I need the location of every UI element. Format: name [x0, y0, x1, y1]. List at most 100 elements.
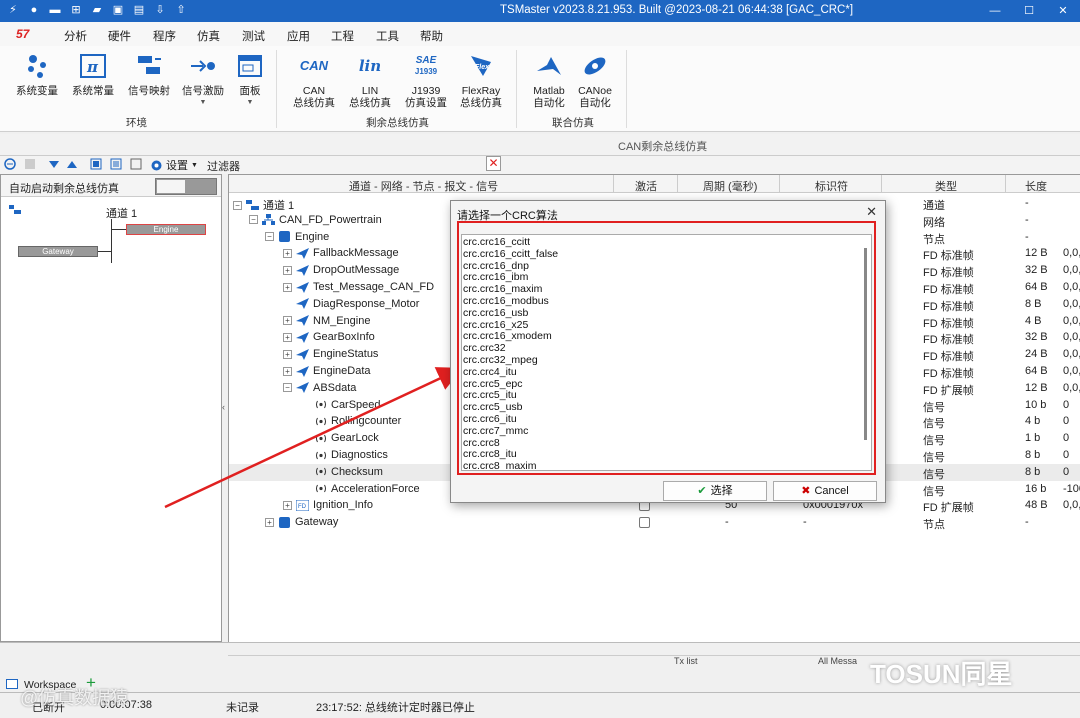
app-logo-icon[interactable]: 57 — [16, 27, 29, 41]
row-name: Ignition_Info — [313, 499, 373, 512]
crc-list-item[interactable]: crc.crc7_mmc — [462, 425, 871, 438]
network-topology: 通道 1 Engine Gateway — [1, 199, 221, 299]
stop-icon[interactable] — [24, 158, 36, 170]
collapse-icon[interactable]: − — [265, 232, 274, 242]
new-project-icon[interactable]: ⊞ — [69, 3, 83, 17]
crc-list-item[interactable]: crc.crc32_mpeg — [462, 354, 871, 367]
col-length[interactable]: 长度 — [1025, 178, 1047, 194]
crc-list-item[interactable]: crc.crc5_usb — [462, 401, 871, 414]
expand-icon[interactable]: + — [283, 366, 292, 376]
save-icon[interactable]: ▣ — [111, 3, 125, 17]
collapse-icon[interactable]: − — [283, 383, 292, 393]
topology-engine-node[interactable]: Engine — [126, 224, 206, 235]
menu-hardware[interactable]: 硬件 — [108, 28, 131, 44]
crc-list-item[interactable]: crc.crc8_maxim — [462, 460, 871, 470]
clear-filter-icon[interactable]: ✕ — [486, 156, 501, 171]
chevron-down-icon[interactable]: ▼ — [234, 97, 266, 109]
system-constant-button[interactable]: π 系统常量 — [70, 52, 116, 97]
subwindow-title-bar: CAN剩余总线仿真 — [0, 134, 1080, 156]
row-type: FD 标准帧 — [923, 300, 974, 313]
menu-application[interactable]: 应用 — [287, 28, 310, 44]
crc-list-item[interactable]: crc.crc16_usb — [462, 307, 871, 320]
row-name: NM_Engine — [313, 314, 371, 327]
maximize-icon[interactable]: ☐ — [1012, 0, 1046, 22]
collapse-icon[interactable]: − — [249, 215, 258, 225]
lightning-icon[interactable]: ⚡ — [6, 3, 20, 17]
expand-icon[interactable]: + — [283, 332, 292, 342]
menu-project[interactable]: 工程 — [331, 28, 354, 44]
col-identifier[interactable]: 标识符 — [815, 178, 848, 194]
crc-list-item[interactable]: crc.crc5_epc — [462, 378, 871, 391]
expand-all-icon[interactable] — [90, 158, 102, 170]
expand-icon[interactable]: + — [283, 248, 292, 258]
matlab-automation-button[interactable]: Matlab 自动化 — [526, 52, 572, 109]
panel-button[interactable]: 面板 ▼ — [234, 52, 266, 109]
quick-access-toolbar: ⚡ ● ▬ ⊞ ▰ ▣ ▤ ⇩ ⇧ — [6, 3, 188, 17]
expand-icon[interactable]: + — [283, 316, 292, 326]
autostart-toggle[interactable] — [155, 178, 217, 195]
select-button[interactable]: ✔ 选择 — [663, 481, 767, 501]
topology-gateway-node[interactable]: Gateway — [18, 246, 98, 257]
signal-excitation-button[interactable]: 信号激励 ▼ — [180, 52, 226, 109]
expand-icon[interactable]: + — [283, 349, 292, 359]
status-bar: 已断开 0:00:07:38 未记录 23:17:52: 总线统计定时器已停止 — [0, 692, 1080, 718]
list-scrollbar[interactable] — [864, 248, 867, 440]
flexray-simulation-button[interactable]: Flex FlexRay 总线仿真 — [458, 52, 504, 109]
save-as-icon[interactable]: ▤ — [132, 3, 146, 17]
row-extra: 0,0, — [1063, 264, 1080, 277]
list-view-icon[interactable] — [110, 158, 122, 170]
msg-icon — [296, 331, 309, 343]
canoe-automation-button[interactable]: CANoe 自动化 — [572, 52, 618, 109]
col-active[interactable]: 激活 — [635, 178, 657, 194]
collapse-all-icon[interactable] — [130, 158, 142, 170]
menu-analysis[interactable]: 分析 — [64, 28, 87, 44]
move-down-icon[interactable] — [48, 158, 60, 170]
menu-tools[interactable]: 工具 — [376, 28, 399, 44]
record-icon[interactable]: ● — [27, 3, 41, 17]
chevron-down-icon[interactable]: ▼ — [180, 97, 226, 109]
export-icon[interactable]: ⇧ — [174, 3, 188, 17]
open-folder-icon[interactable]: ▰ — [90, 3, 104, 17]
menu-test[interactable]: 测试 — [242, 28, 265, 44]
cancel-button[interactable]: ✖ Cancel — [773, 481, 877, 501]
tab-tx-list[interactable]: Tx list — [674, 656, 698, 666]
crc-list-item[interactable]: crc.crc5_itu — [462, 390, 871, 402]
crc-list-item[interactable]: crc.crc8 — [462, 437, 871, 450]
row-length: 24 B — [1025, 348, 1048, 361]
crc-list-item[interactable]: crc.crc16_modbus — [462, 295, 871, 308]
col-type[interactable]: 类型 — [935, 178, 957, 194]
row-type: FD 标准帧 — [923, 250, 974, 263]
table-row[interactable]: + Gateway - - 节点 - — [229, 514, 1080, 531]
menu-program[interactable]: 程序 — [153, 28, 176, 44]
move-up-icon[interactable] — [66, 158, 78, 170]
dialog-close-icon[interactable]: ✕ — [866, 204, 877, 220]
can-simulation-button[interactable]: CAN CAN 总线仿真 — [292, 52, 336, 109]
menu-simulation[interactable]: 仿真 — [197, 28, 220, 48]
lin-simulation-button[interactable]: lin LIN 总线仿真 — [348, 52, 392, 110]
crc-list-item[interactable]: crc.crc6_itu — [462, 413, 871, 426]
collapse-icon[interactable]: − — [233, 200, 242, 210]
tab-all-messages[interactable]: All Messa — [818, 656, 857, 666]
row-length: 64 B — [1025, 365, 1048, 377]
crc-list-item[interactable]: crc.crc16_xmodem — [462, 331, 871, 343]
expand-icon[interactable]: + — [283, 282, 292, 292]
message-icon[interactable]: ▬ — [48, 3, 62, 17]
system-variable-button[interactable]: 系统变量 — [14, 52, 60, 97]
col-path[interactable]: 通道 - 网络 - 节点 - 报文 - 信号 — [349, 178, 498, 194]
j1939-settings-button[interactable]: SAE J1939 J1939 仿真设置 — [402, 52, 450, 109]
minimize-icon[interactable]: — — [978, 0, 1012, 22]
settings-dropdown[interactable]: 设置 ▼ — [150, 157, 198, 173]
crc-list-item[interactable]: crc.crc4_itu — [462, 366, 871, 379]
expand-icon[interactable]: + — [265, 517, 274, 527]
expand-icon[interactable]: + — [283, 265, 292, 275]
expand-icon[interactable]: + — [283, 500, 292, 510]
crc-algorithm-list[interactable]: crc.crc16_ccitt crc.crc16_ccitt_false crc.… — [461, 234, 872, 471]
menu-help[interactable]: 帮助 — [420, 28, 443, 44]
col-period[interactable]: 周期 (毫秒) — [703, 178, 757, 194]
signal-mapping-button[interactable]: 信号映射 — [126, 52, 172, 97]
close-icon[interactable]: ✕ — [1046, 0, 1080, 22]
refresh-icon[interactable] — [4, 158, 16, 170]
import-icon[interactable]: ⇩ — [153, 3, 167, 17]
crc-list-item[interactable]: crc.crc16_ccitt_false — [462, 248, 871, 261]
active-checkbox[interactable] — [639, 517, 650, 529]
